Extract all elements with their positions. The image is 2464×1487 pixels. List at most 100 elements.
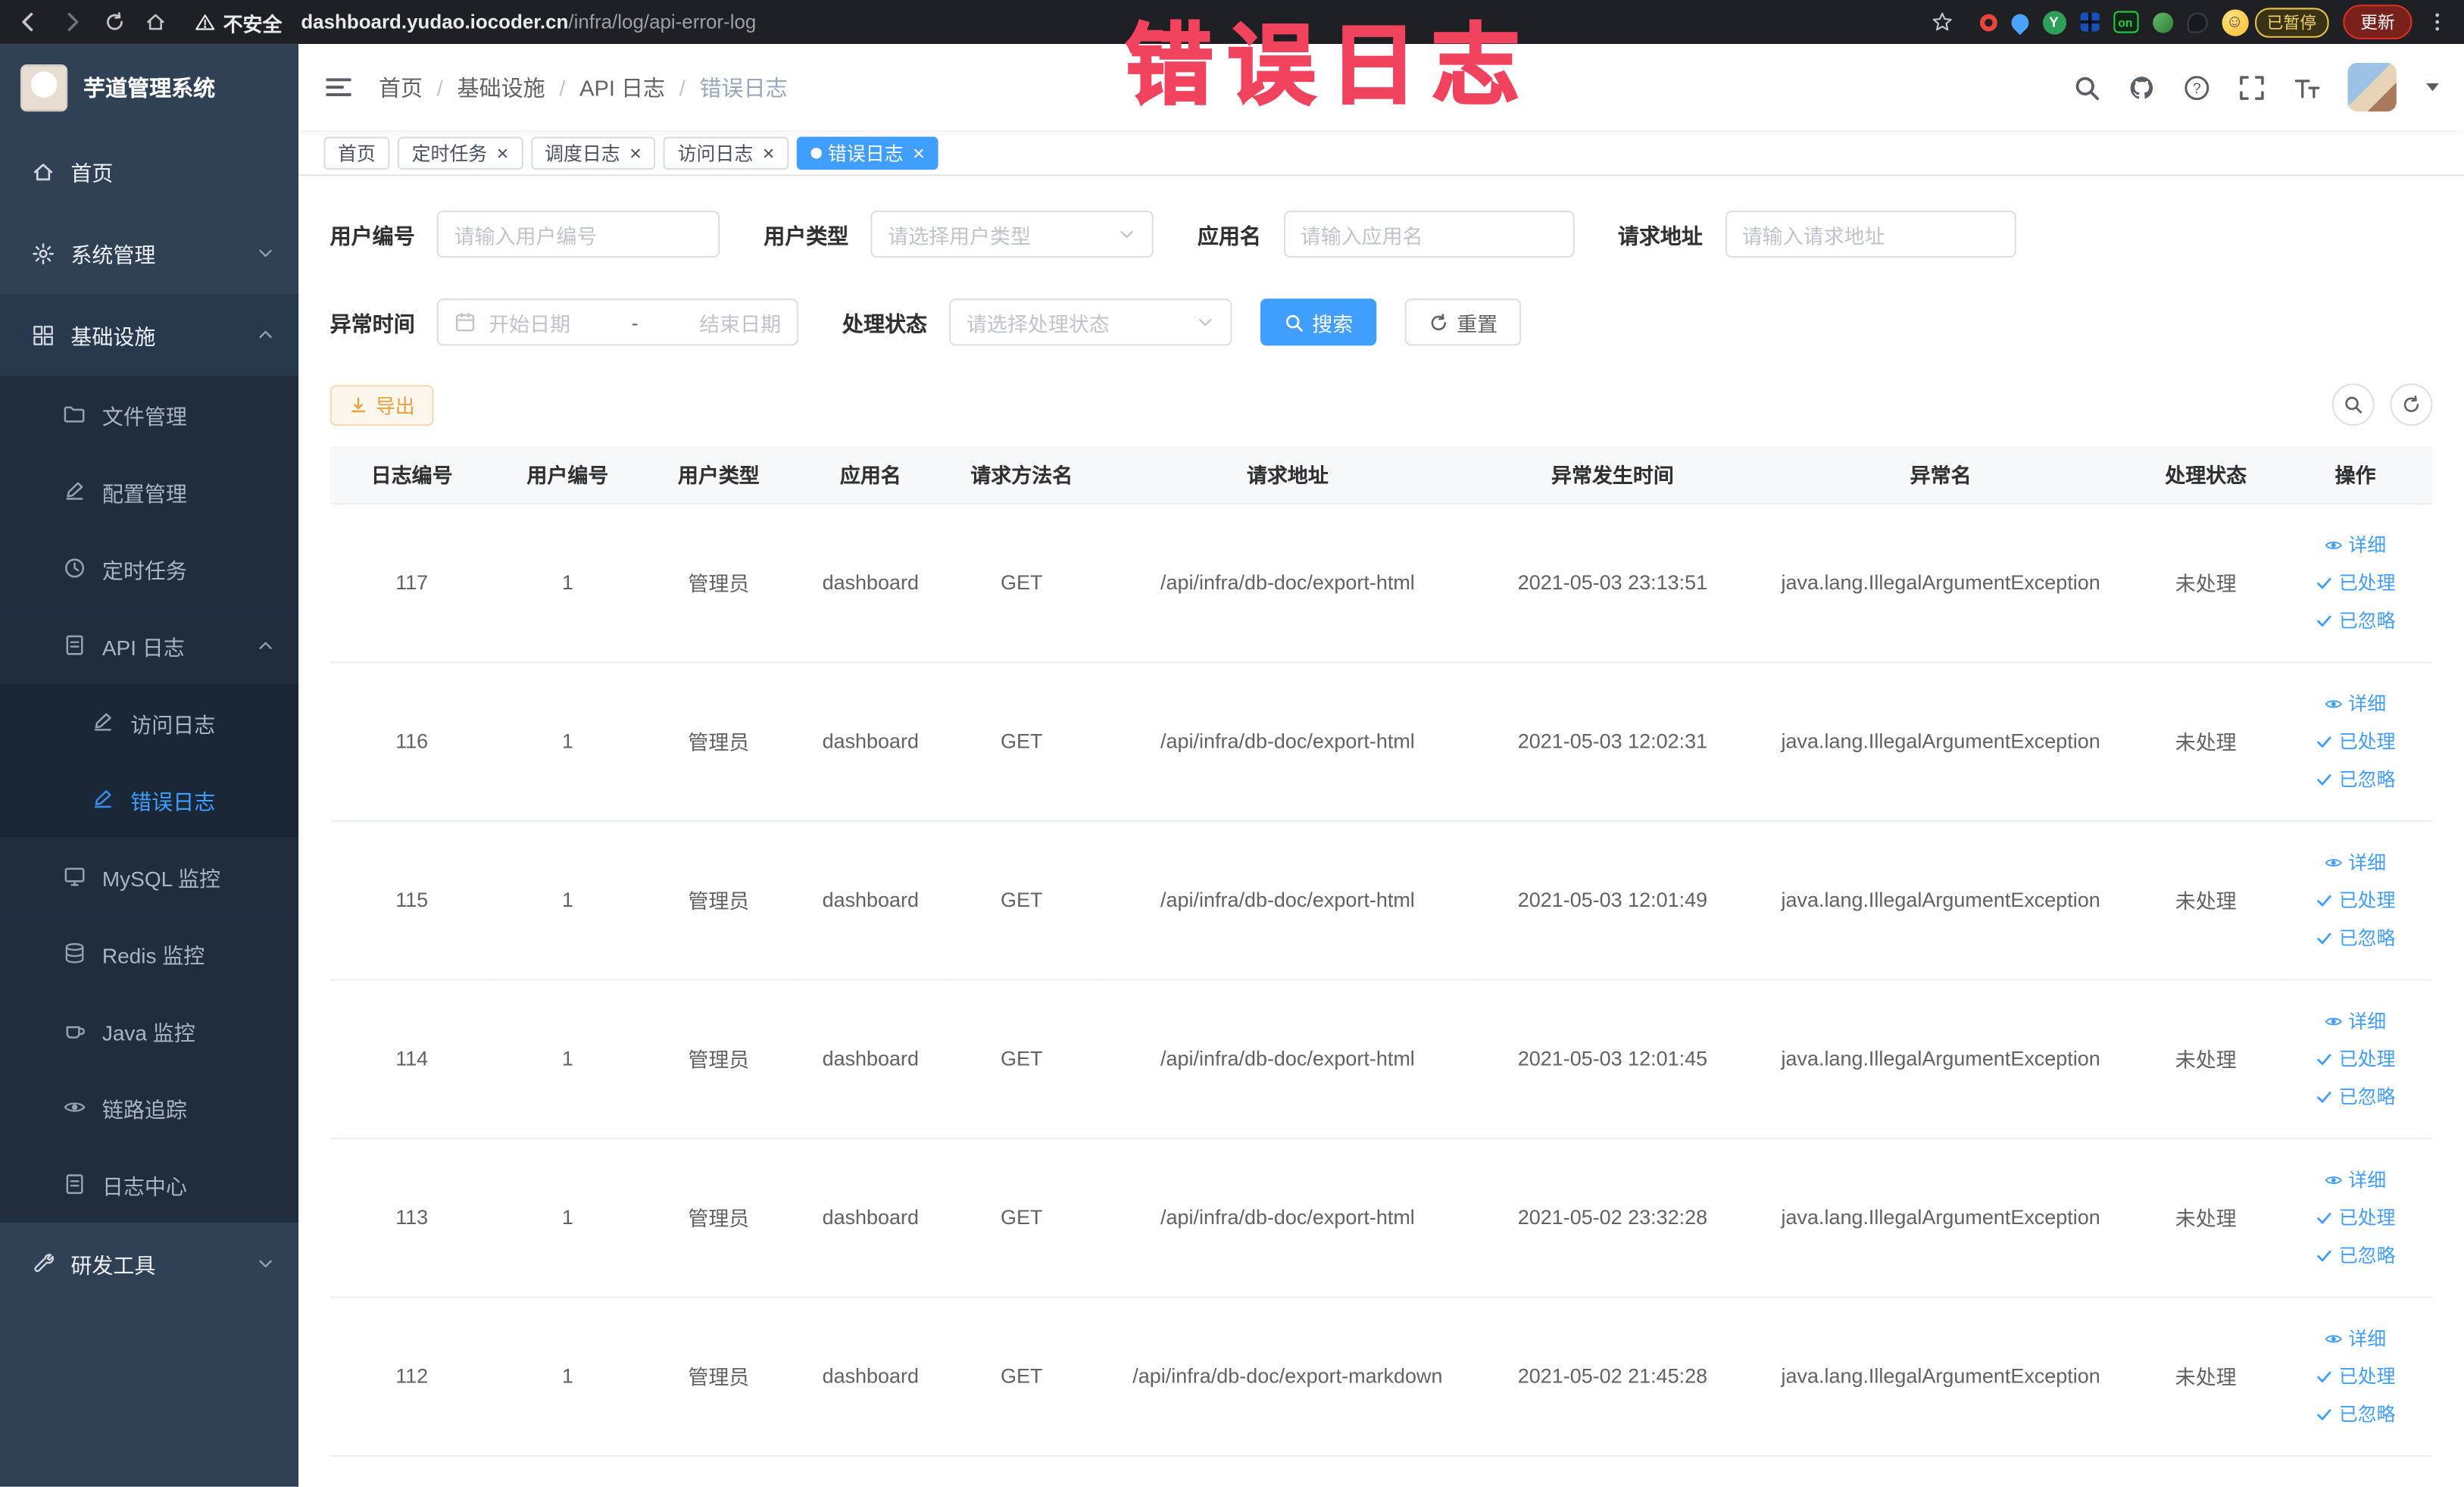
mark-processed-link[interactable]: 已处理: [2316, 1045, 2396, 1072]
avatar-caret-icon[interactable]: [2426, 83, 2439, 92]
tab-item[interactable]: 定时任务 ×: [397, 136, 523, 170]
forward-icon[interactable]: [60, 9, 85, 34]
extension-leaf-icon[interactable]: [2152, 11, 2173, 33]
sidebar-item-access-log[interactable]: 访问日志: [0, 683, 299, 761]
sidebar-item-java[interactable]: Java 监控: [0, 992, 299, 1069]
search-button[interactable]: 搜索: [1260, 298, 1377, 346]
user-type-select[interactable]: 请选择用户类型: [870, 210, 1154, 258]
help-icon[interactable]: ?: [2183, 73, 2211, 101]
exception-time-range-input[interactable]: 开始日期 - 结束日期: [436, 298, 798, 346]
extension-pin-icon[interactable]: [2186, 11, 2207, 33]
sidebar-item-file[interactable]: 文件管理: [0, 375, 299, 453]
detail-link[interactable]: 详细: [2325, 1166, 2386, 1192]
sidebar-item-system[interactable]: 系统管理: [0, 212, 298, 294]
app-name-label: 应用名: [1197, 224, 1261, 248]
detail-link[interactable]: 详细: [2325, 1007, 2386, 1034]
extension-grid-icon[interactable]: [2079, 12, 2099, 32]
refresh-table-button[interactable]: [2390, 383, 2433, 426]
mark-processed-link[interactable]: 已处理: [2316, 886, 2396, 913]
sidebar-item-redis[interactable]: Redis 监控: [0, 914, 299, 992]
filter-row-1: 用户编号 请输入用户编号 用户类型 请选择用户类型 应用名 请输入应用名 请求地…: [330, 210, 2433, 258]
home-icon[interactable]: [145, 11, 167, 33]
breadcrumb-separator: /: [436, 74, 443, 100]
export-button[interactable]: 导出: [329, 384, 434, 426]
sidebar-item-job[interactable]: 定时任务: [0, 530, 299, 607]
hamburger-icon[interactable]: [323, 72, 353, 102]
mark-processed-link[interactable]: 已处理: [2316, 728, 2396, 754]
user-avatar[interactable]: [2347, 62, 2397, 112]
sidebar-item-dev-tools[interactable]: 研发工具: [0, 1223, 298, 1304]
mark-ignored-link[interactable]: 已忽略: [2316, 607, 2396, 633]
tab-item[interactable]: 错误日志 ×: [796, 136, 939, 170]
sidebar-item-mysql[interactable]: MySQL 监控: [0, 837, 299, 915]
mark-ignored-link[interactable]: 已忽略: [2316, 765, 2396, 792]
extension-red-icon[interactable]: [1978, 13, 1997, 31]
tab-item[interactable]: 调度日志 ×: [530, 136, 656, 170]
sidebar-item-trace[interactable]: 链路追踪: [0, 1068, 299, 1146]
mark-ignored-link[interactable]: 已忽略: [2316, 1400, 2396, 1426]
mark-processed-link[interactable]: 已处理: [2316, 1363, 2396, 1389]
sidebar-item-home[interactable]: 首页: [0, 130, 298, 212]
back-icon[interactable]: [16, 9, 41, 34]
browser-profile[interactable]: 已暂停: [2221, 7, 2329, 37]
cell-user-type: 管理员: [642, 1296, 796, 1457]
mark-ignored-link[interactable]: 已忽略: [2316, 1082, 2396, 1109]
security-chip[interactable]: 不安全: [195, 7, 282, 36]
mark-processed-link[interactable]: 已处理: [2316, 1204, 2396, 1230]
bookmark-star-icon[interactable]: [1931, 11, 1953, 33]
request-url-placeholder: 请输入请求地址: [1741, 223, 1885, 248]
browser-update-button[interactable]: 更新: [2343, 5, 2412, 39]
extension-drop-icon[interactable]: [2006, 9, 2032, 35]
extension-on-badge[interactable]: on: [2113, 11, 2138, 33]
cell-request-url: /api/infra/db-doc/export-html: [1098, 502, 1478, 663]
sidebar-item-infra[interactable]: 基础设施: [0, 293, 299, 376]
breadcrumb-item[interactable]: 基础设施: [457, 71, 545, 102]
detail-link[interactable]: 详细: [2325, 1325, 2386, 1351]
cell-request-url: /api/infra/db-doc/export-html: [1098, 979, 1478, 1139]
kebab-menu-icon[interactable]: [2426, 11, 2448, 33]
fullscreen-icon[interactable]: [2238, 73, 2266, 101]
cell-user-type: 管理员: [642, 979, 796, 1139]
search-toggle-button[interactable]: [2331, 383, 2375, 426]
download-icon: [349, 395, 368, 414]
github-icon[interactable]: [2128, 73, 2156, 101]
close-icon[interactable]: ×: [763, 142, 775, 163]
font-size-icon[interactable]: [2293, 73, 2321, 101]
sidebar-item-error-log[interactable]: 错误日志: [0, 761, 299, 838]
tab-item[interactable]: 访问日志 ×: [663, 136, 789, 170]
extension-y-icon[interactable]: Y: [2041, 10, 2066, 34]
process-status-select[interactable]: 请选择处理状态: [949, 298, 1232, 346]
cell-process-status: 未处理: [2133, 502, 2278, 663]
breadcrumb-item[interactable]: 首页: [379, 71, 423, 102]
mark-ignored-link[interactable]: 已忽略: [2316, 1242, 2396, 1268]
process-status-placeholder: 请选择处理状态: [966, 311, 1110, 336]
sidebar-item-api-log[interactable]: API 日志: [0, 606, 299, 684]
sidebar-item-config[interactable]: 配置管理: [0, 452, 299, 530]
close-icon[interactable]: ×: [497, 142, 509, 163]
mark-ignored-link[interactable]: 已忽略: [2316, 924, 2396, 951]
search-icon[interactable]: [2072, 73, 2100, 101]
mark-ignored-link-label: 已忽略: [2338, 768, 2396, 791]
reset-button[interactable]: 重置: [1404, 298, 1522, 346]
detail-link[interactable]: 详细: [2325, 690, 2386, 717]
sidebar-item-label: Java 监控: [101, 1020, 195, 1045]
sidebar-item-log-center[interactable]: 日志中心: [0, 1145, 299, 1223]
address-bar[interactable]: dashboard.yudao.iocoder.cn /infra/log/ap…: [301, 11, 756, 33]
request-url-input[interactable]: 请输入请求地址: [1724, 210, 2016, 258]
breadcrumb-item[interactable]: API 日志: [579, 71, 665, 102]
app-name-input[interactable]: 请输入应用名: [1282, 210, 1574, 258]
url-path: /infra/log/api-error-log: [568, 11, 757, 33]
mark-processed-link[interactable]: 已处理: [2316, 569, 2396, 595]
close-icon[interactable]: ×: [629, 142, 642, 163]
table-toolbar: 导出: [329, 383, 2433, 426]
tab-item[interactable]: 首页: [323, 136, 390, 170]
app-logo[interactable]: 芋道管理系统: [0, 44, 298, 130]
close-icon[interactable]: ×: [913, 142, 925, 163]
cell-log-id: 117: [329, 502, 494, 663]
reload-icon[interactable]: [104, 11, 126, 33]
column-header: 异常名: [1747, 446, 2134, 504]
detail-link[interactable]: 详细: [2325, 531, 2386, 558]
search-icon: [1284, 312, 1304, 333]
user-id-input[interactable]: 请输入用户编号: [436, 210, 720, 258]
detail-link[interactable]: 详细: [2325, 848, 2386, 875]
